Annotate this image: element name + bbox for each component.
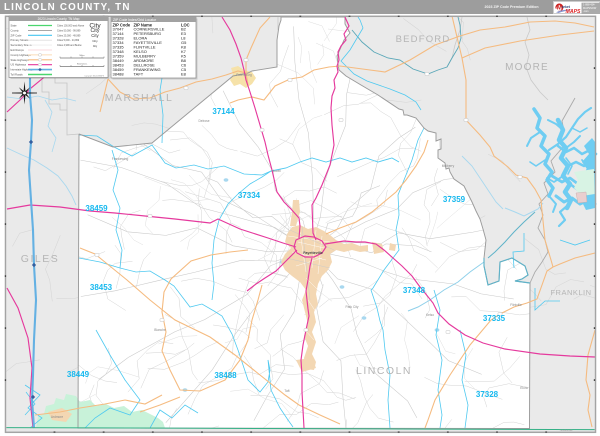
svg-text:MAPS: MAPS (566, 9, 582, 15)
svg-text:Cities 4,999 and Below: Cities 4,999 and Below (57, 44, 82, 47)
svg-text:Delrose: Delrose (199, 119, 210, 123)
svg-text:Cities 25,000 - 49,999: Cities 25,000 - 49,999 (57, 34, 81, 37)
svg-text:Exit Ramps: Exit Ramps (11, 48, 25, 52)
svg-text:Copyright MarketMAPS: Copyright MarketMAPS (84, 75, 104, 78)
svg-text:MOORE: MOORE (505, 62, 549, 73)
svg-text:GILES: GILES (21, 253, 59, 265)
svg-text:Toll Roads: Toll Roads (11, 73, 24, 77)
svg-text:State: State (11, 24, 18, 28)
svg-text:Cities 5,000 - 24,999: Cities 5,000 - 24,999 (57, 39, 80, 42)
svg-text:State Highways: State Highways (11, 58, 30, 62)
svg-text:37348: 37348 (403, 286, 426, 295)
svg-text:37334: 37334 (238, 191, 261, 200)
svg-text:37359: 37359 (443, 195, 466, 204)
svg-text:Cities 100,000 and Above: Cities 100,000 and Above (57, 25, 85, 28)
svg-text:City: City (93, 45, 98, 48)
svg-text:37335: 37335 (483, 314, 506, 323)
svg-text:37144: 37144 (212, 107, 235, 116)
svg-text:Petersburg: Petersburg (236, 73, 252, 77)
svg-text:Taft: Taft (284, 389, 289, 393)
svg-text:LINCOLN: LINCOLN (356, 365, 412, 377)
svg-text:Elora: Elora (520, 386, 528, 390)
svg-text:E8: E8 (181, 72, 187, 77)
svg-text:Mulberry: Mulberry (442, 164, 455, 168)
svg-text:Blanche: Blanche (154, 328, 166, 332)
svg-text:37328: 37328 (476, 390, 499, 399)
svg-text:38449: 38449 (67, 370, 90, 379)
svg-text:Flintville: Flintville (510, 303, 522, 307)
svg-text:Park City: Park City (346, 305, 359, 309)
svg-text:Kelso: Kelso (426, 313, 434, 317)
svg-text:38488: 38488 (214, 371, 237, 380)
svg-text:38459: 38459 (85, 204, 108, 213)
svg-text:.com: .com (583, 10, 588, 13)
svg-text:38488: 38488 (113, 72, 125, 77)
svg-text:MARSHALL: MARSHALL (105, 92, 174, 104)
svg-text:Frankewing: Frankewing (112, 157, 129, 161)
svg-text:ZIP Code: ZIP Code (11, 33, 22, 37)
svg-text:US Highways: US Highways (11, 63, 27, 67)
svg-text:TAFT: TAFT (134, 72, 144, 77)
svg-text:Fayetteville: Fayetteville (303, 251, 323, 255)
svg-text:ZIP Code Index/Grid Locator: ZIP Code Index/Grid Locator (113, 18, 157, 22)
svg-text:City: City (91, 33, 99, 38)
svg-text:County: County (11, 28, 20, 32)
svg-text:Howell: Howell (271, 169, 281, 173)
svg-text:BEDFORD: BEDFORD (396, 34, 451, 45)
svg-text:Ardmore: Ardmore (51, 415, 63, 419)
svg-text:FRANKLIN: FRANKLIN (550, 288, 591, 297)
svg-text:Kilometers: Kilometers (77, 62, 88, 65)
svg-text:Primary Streets: Primary Streets (11, 38, 30, 42)
svg-text:2023 Lincoln County, TN Map: 2023 Lincoln County, TN Map (38, 17, 80, 21)
svg-text:Miles: Miles (79, 55, 85, 57)
svg-text:Cities 50,000 - 99,999: Cities 50,000 - 99,999 (57, 29, 81, 32)
svg-text:38453: 38453 (90, 283, 113, 292)
svg-text:City: City (92, 39, 98, 43)
